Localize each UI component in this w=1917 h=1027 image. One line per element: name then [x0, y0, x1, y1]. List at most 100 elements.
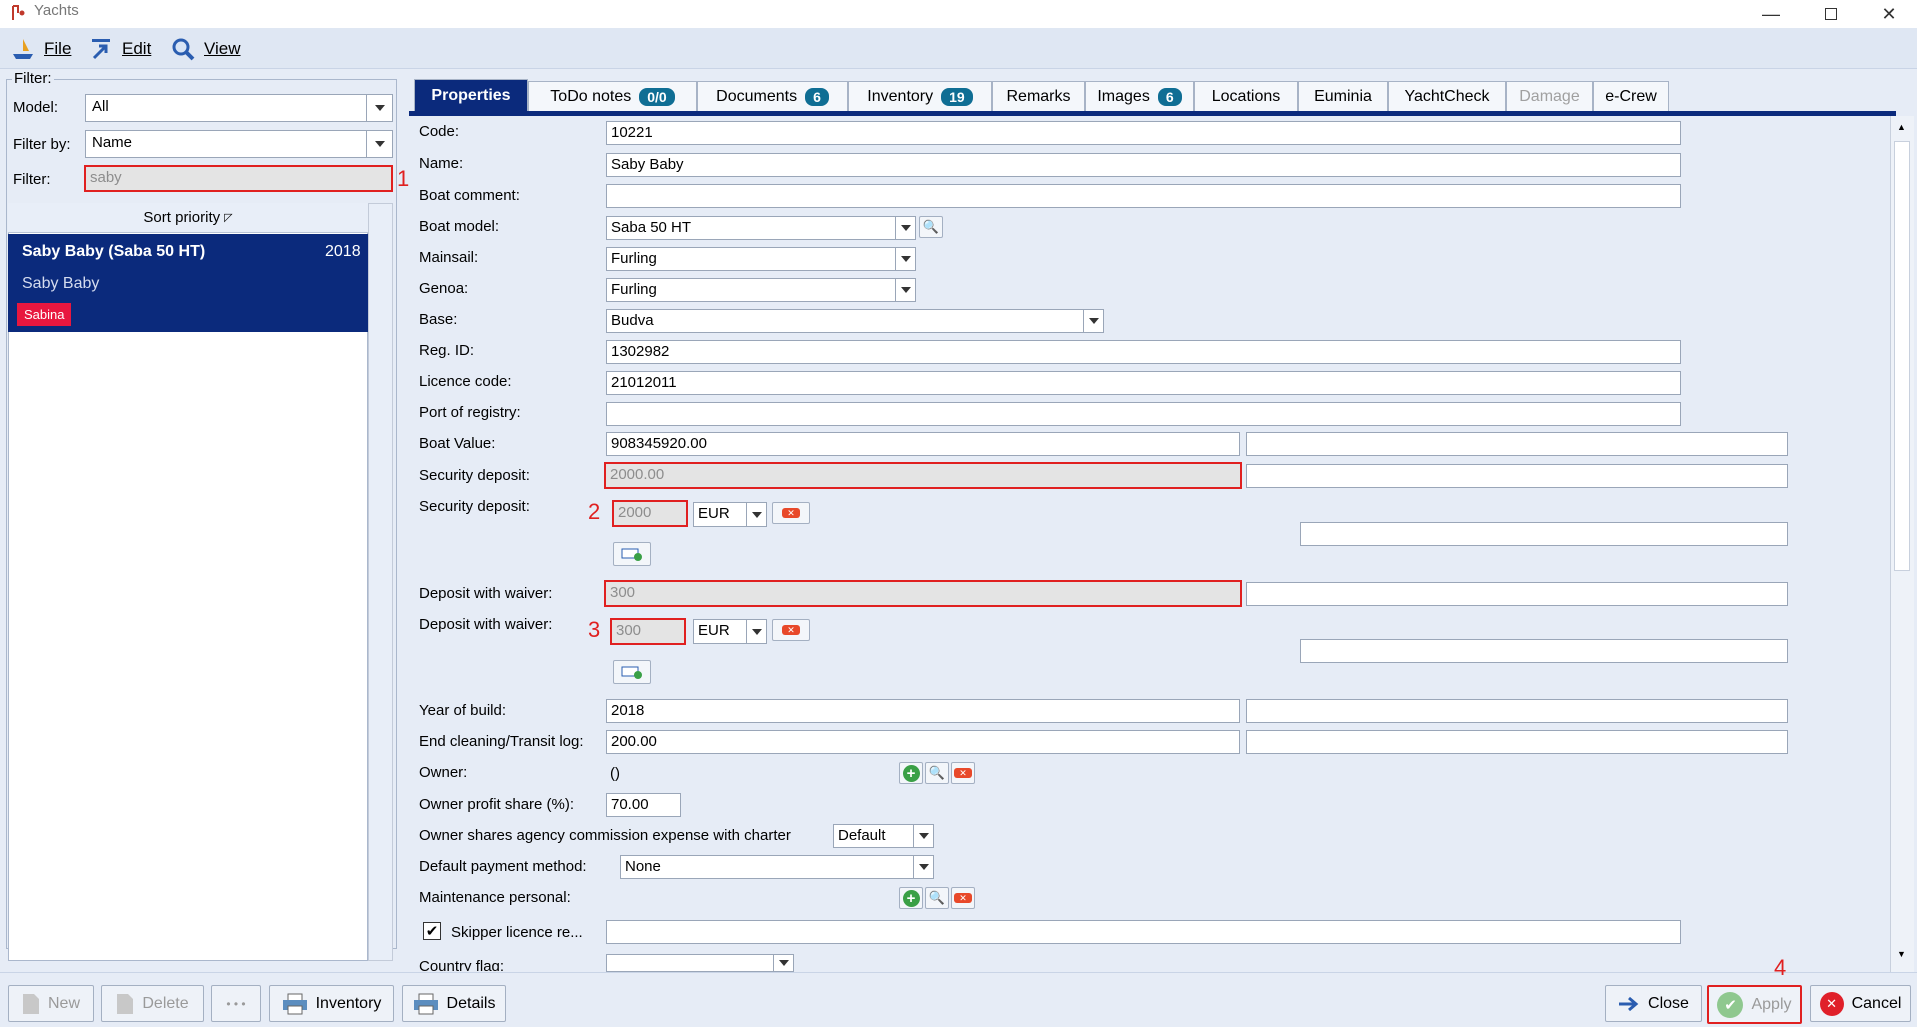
- menu-edit[interactable]: Edit: [88, 34, 151, 64]
- boat-model-select[interactable]: Saba 50 HT: [606, 216, 916, 240]
- deposit-waiver-currency-select[interactable]: EUR: [693, 619, 767, 644]
- list-scrollbar[interactable]: [368, 203, 393, 961]
- tab-label: Properties: [431, 86, 511, 104]
- mainsail-select[interactable]: Furling: [606, 247, 916, 271]
- list-item-subname[interactable]: Saby Baby: [22, 275, 99, 293]
- year-of-build-extra-field[interactable]: [1246, 699, 1788, 723]
- mainsail-dropdown-button[interactable]: [895, 248, 915, 270]
- printer-icon: [282, 993, 307, 1014]
- owner-add-button[interactable]: +: [899, 762, 923, 784]
- tab-e-crew[interactable]: e-Crew: [1593, 81, 1669, 111]
- tab-properties[interactable]: Properties: [414, 79, 528, 111]
- port-of-registry-field[interactable]: [606, 402, 1681, 426]
- skipper-licence-checkbox[interactable]: ✔: [423, 922, 441, 940]
- model-label: Model:: [13, 99, 59, 116]
- security-deposit-remove-button[interactable]: ✕: [772, 502, 810, 524]
- year-of-build-field[interactable]: 2018: [606, 699, 1240, 723]
- boat-model-search-button[interactable]: 🔍: [919, 216, 943, 238]
- owner-search-button[interactable]: 🔍: [925, 762, 949, 784]
- tab-damage[interactable]: Damage: [1506, 81, 1593, 111]
- owner-profit-field[interactable]: 70.00: [606, 793, 681, 817]
- tab-todo-notes[interactable]: ToDo notes 0/0: [528, 81, 697, 111]
- tab-inventory[interactable]: Inventory 19: [848, 81, 992, 111]
- list-item-tag[interactable]: Sabina: [17, 303, 72, 326]
- maintenance-add-button[interactable]: +: [899, 887, 923, 909]
- tab-images[interactable]: Images 6: [1085, 81, 1194, 111]
- minimize-button[interactable]: —: [1748, 0, 1794, 28]
- currency-value: EUR: [698, 622, 730, 639]
- payment-method-dropdown-button[interactable]: [913, 856, 933, 878]
- scroll-thumb[interactable]: [1894, 141, 1910, 571]
- form-scrollbar[interactable]: ▲ ▼: [1890, 116, 1914, 972]
- tab-label: ToDo notes: [550, 87, 632, 105]
- sort-priority-header[interactable]: Sort priority ◸: [8, 203, 368, 233]
- edit-icon: [92, 39, 110, 60]
- scroll-up-icon[interactable]: ▲: [1897, 122, 1906, 132]
- tab-yachtcheck[interactable]: YachtCheck: [1388, 81, 1506, 111]
- deposit-waiver-add-button[interactable]: [613, 660, 651, 684]
- close-window-button[interactable]: ✕: [1866, 0, 1912, 28]
- currency-dropdown-button[interactable]: [746, 503, 766, 526]
- menu-file[interactable]: File: [10, 34, 71, 64]
- tab-euminia[interactable]: Euminia: [1298, 81, 1388, 111]
- boat-comment-field[interactable]: [606, 184, 1681, 208]
- maintenance-remove-button[interactable]: ✕: [951, 887, 975, 909]
- currency-dropdown-button[interactable]: [746, 620, 766, 643]
- security-deposit-extra-field[interactable]: [1246, 464, 1788, 488]
- scroll-down-icon[interactable]: ▼: [1897, 949, 1906, 959]
- inventory-button[interactable]: Inventory: [269, 985, 394, 1022]
- delete-button[interactable]: Delete: [101, 985, 204, 1022]
- owner-shares-select[interactable]: Default: [833, 824, 934, 848]
- filter-by-dropdown-button[interactable]: [366, 131, 392, 157]
- owner-label: Owner:: [419, 764, 468, 781]
- end-cleaning-field[interactable]: 200.00: [606, 730, 1240, 754]
- deposit-waiver-extra-field[interactable]: [1246, 582, 1788, 606]
- model-dropdown-button[interactable]: [366, 95, 392, 121]
- filter-by-select[interactable]: Name: [85, 130, 393, 158]
- deposit-waiver-field[interactable]: 300: [604, 580, 1242, 607]
- security-deposit-amount-field[interactable]: 2000: [612, 500, 688, 527]
- maximize-button[interactable]: [1808, 0, 1854, 28]
- base-select[interactable]: Budva: [606, 309, 1104, 333]
- apply-button[interactable]: ✔ Apply: [1707, 985, 1802, 1024]
- tab-locations[interactable]: Locations: [1194, 81, 1298, 111]
- boat-model-dropdown-button[interactable]: [895, 217, 915, 239]
- boat-value-field[interactable]: 908345920.00: [606, 432, 1240, 456]
- owner-shares-dropdown-button[interactable]: [913, 825, 933, 847]
- security-deposit-add-button[interactable]: [613, 542, 651, 566]
- model-select[interactable]: All: [85, 94, 393, 122]
- reg-id-field[interactable]: 1302982: [606, 340, 1681, 364]
- deposit-waiver-note-field[interactable]: [1300, 639, 1788, 663]
- name-field[interactable]: Saby Baby: [606, 153, 1681, 177]
- new-button[interactable]: New: [8, 985, 94, 1022]
- security-deposit-field[interactable]: 2000.00: [604, 462, 1242, 489]
- owner-shares-value: Default: [838, 827, 886, 844]
- country-flag-dropdown-button[interactable]: [773, 955, 793, 971]
- more-button[interactable]: • • •: [211, 985, 261, 1022]
- tab-remarks[interactable]: Remarks: [992, 81, 1085, 111]
- payment-method-select[interactable]: None: [620, 855, 934, 879]
- security-deposit-currency-select[interactable]: EUR: [693, 502, 767, 527]
- country-flag-select[interactable]: [606, 954, 794, 972]
- tab-documents[interactable]: Documents 6: [697, 81, 848, 111]
- cancel-button[interactable]: ✕ Cancel: [1810, 985, 1911, 1022]
- owner-remove-button[interactable]: ✕: [951, 762, 975, 784]
- boat-value-extra-field[interactable]: [1246, 432, 1788, 456]
- deposit-waiver-amount-field[interactable]: 300: [610, 618, 686, 645]
- skipper-licence-field[interactable]: [606, 920, 1681, 944]
- code-field[interactable]: 10221: [606, 121, 1681, 145]
- genoa-select[interactable]: Furling: [606, 278, 916, 302]
- end-cleaning-extra-field[interactable]: [1246, 730, 1788, 754]
- menu-view[interactable]: View: [170, 34, 241, 64]
- list-item-name[interactable]: Saby Baby (Saba 50 HT): [22, 243, 205, 261]
- licence-code-field[interactable]: 21012011: [606, 371, 1681, 395]
- filter-input[interactable]: saby: [84, 165, 393, 192]
- close-button[interactable]: Close: [1605, 985, 1702, 1022]
- deposit-waiver-remove-button[interactable]: ✕: [772, 619, 810, 641]
- security-deposit-note-field[interactable]: [1300, 522, 1788, 546]
- code-label: Code:: [419, 123, 460, 140]
- base-dropdown-button[interactable]: [1083, 310, 1103, 332]
- details-button[interactable]: Details: [402, 985, 506, 1022]
- genoa-dropdown-button[interactable]: [895, 279, 915, 301]
- maintenance-search-button[interactable]: 🔍: [925, 887, 949, 909]
